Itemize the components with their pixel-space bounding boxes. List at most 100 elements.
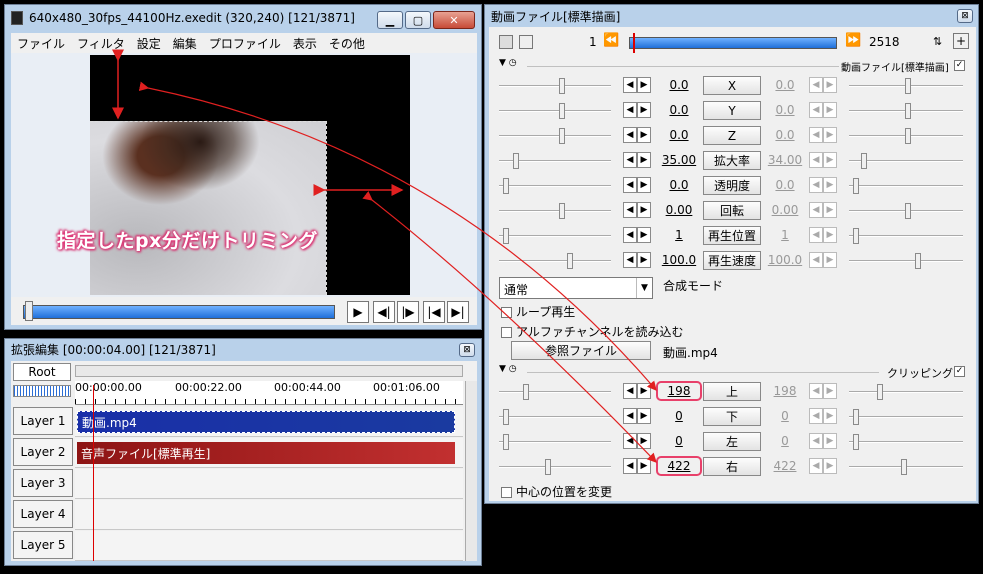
- timeline-vscroll[interactable]: [465, 381, 477, 561]
- end-slider[interactable]: [849, 441, 963, 443]
- right-arrow-icon[interactable]: ▶: [823, 102, 837, 118]
- layer-row[interactable]: [75, 469, 463, 499]
- end-slider[interactable]: [849, 391, 963, 393]
- end-value[interactable]: 0.0: [765, 178, 805, 192]
- start-slider-knob[interactable]: [503, 178, 509, 194]
- start-slider-knob[interactable]: [545, 459, 551, 475]
- end-slider[interactable]: [849, 235, 963, 237]
- end-stepper[interactable]: ◀ ▶: [809, 383, 837, 399]
- param-button[interactable]: Z: [703, 126, 761, 145]
- end-stepper[interactable]: ◀ ▶: [809, 102, 837, 118]
- alpha-checkbox[interactable]: [501, 327, 512, 338]
- playhead[interactable]: [93, 385, 94, 561]
- start-slider[interactable]: [499, 185, 611, 187]
- end-slider-knob[interactable]: [915, 253, 921, 269]
- menu-item-2[interactable]: 設定: [131, 35, 167, 52]
- start-slider-knob[interactable]: [503, 228, 509, 244]
- end-value[interactable]: 100.0: [765, 253, 805, 267]
- param-button[interactable]: 拡大率: [703, 151, 761, 170]
- left-arrow-icon[interactable]: ◀: [623, 77, 637, 93]
- right-arrow-icon[interactable]: ▶: [637, 408, 651, 424]
- camera-icon[interactable]: [499, 35, 513, 49]
- left-arrow-icon[interactable]: ◀: [809, 227, 823, 243]
- seek-thumb[interactable]: [25, 301, 33, 321]
- right-arrow-icon[interactable]: ▶: [637, 127, 651, 143]
- left-arrow-icon[interactable]: ◀: [809, 458, 823, 474]
- param-button[interactable]: 下: [703, 407, 761, 426]
- start-value[interactable]: 0: [659, 434, 699, 448]
- start-stepper[interactable]: ◀ ▶: [623, 408, 651, 424]
- start-slider[interactable]: [499, 235, 611, 237]
- grid-icon[interactable]: [519, 35, 533, 49]
- start-value[interactable]: 0.0: [659, 103, 699, 117]
- start-slider-knob[interactable]: [567, 253, 573, 269]
- collapse-icon[interactable]: ▼ ◷: [499, 364, 517, 374]
- right-arrow-icon[interactable]: ▶: [823, 408, 837, 424]
- right-arrow-icon[interactable]: ▶: [823, 227, 837, 243]
- minimize-button[interactable]: ▁: [377, 11, 403, 29]
- right-arrow-icon[interactable]: ▶: [637, 458, 651, 474]
- param-button[interactable]: 再生位置: [703, 226, 761, 245]
- right-arrow-icon[interactable]: ▶: [823, 177, 837, 193]
- start-stepper[interactable]: ◀ ▶: [623, 433, 651, 449]
- end-value[interactable]: 0.0: [765, 78, 805, 92]
- alpha-row[interactable]: アルファチャンネルを読み込む: [501, 323, 684, 340]
- start-slider-knob[interactable]: [559, 78, 565, 94]
- start-slider[interactable]: [499, 441, 611, 443]
- left-arrow-icon[interactable]: ◀: [809, 77, 823, 93]
- start-slider-knob[interactable]: [523, 384, 529, 400]
- end-slider-knob[interactable]: [901, 459, 907, 475]
- start-stepper[interactable]: ◀ ▶: [623, 127, 651, 143]
- end-stepper[interactable]: ◀ ▶: [809, 152, 837, 168]
- start-slider[interactable]: [499, 466, 611, 468]
- left-arrow-icon[interactable]: ◀: [809, 433, 823, 449]
- left-arrow-icon[interactable]: ◀: [809, 202, 823, 218]
- blend-select[interactable]: 通常 ▼: [499, 277, 653, 299]
- seek-bar[interactable]: [23, 305, 335, 319]
- right-arrow-icon[interactable]: ▶: [637, 177, 651, 193]
- layer-row[interactable]: 動画.mp4: [75, 407, 463, 437]
- end-slider-knob[interactable]: [905, 78, 911, 94]
- end-slider-knob[interactable]: [905, 103, 911, 119]
- loop-checkbox[interactable]: [501, 307, 512, 318]
- end-slider-knob[interactable]: [853, 409, 859, 425]
- start-value[interactable]: 198: [656, 381, 702, 401]
- start-slider-knob[interactable]: [503, 434, 509, 450]
- menu-item-0[interactable]: ファイル: [11, 35, 71, 52]
- end-slider[interactable]: [849, 260, 963, 262]
- props-close-button[interactable]: ⊠: [957, 9, 973, 23]
- end-value[interactable]: 198: [765, 384, 805, 398]
- layer-label-1[interactable]: Layer 1: [13, 407, 73, 435]
- add-icon[interactable]: +: [953, 33, 969, 49]
- param-button[interactable]: Y: [703, 101, 761, 120]
- left-arrow-icon[interactable]: ◀: [809, 408, 823, 424]
- right-arrow-icon[interactable]: ▶: [637, 383, 651, 399]
- start-value[interactable]: 100.0: [659, 253, 699, 267]
- left-arrow-icon[interactable]: ◀: [623, 227, 637, 243]
- layer-label-4[interactable]: Layer 4: [13, 500, 73, 528]
- left-arrow-icon[interactable]: ◀: [623, 458, 637, 474]
- start-slider[interactable]: [499, 210, 611, 212]
- start-slider[interactable]: [499, 391, 611, 393]
- end-stepper[interactable]: ◀ ▶: [809, 458, 837, 474]
- start-value[interactable]: 1: [659, 228, 699, 242]
- frame-range-marker[interactable]: [633, 33, 635, 53]
- end-value[interactable]: 0.0: [765, 128, 805, 142]
- ref-file-button[interactable]: 参照ファイル: [511, 341, 651, 360]
- end-stepper[interactable]: ◀ ▶: [809, 433, 837, 449]
- left-arrow-icon[interactable]: ◀: [809, 177, 823, 193]
- start-value[interactable]: 35.00: [659, 153, 699, 167]
- prev-frame-button[interactable]: ◀|: [373, 301, 395, 323]
- left-arrow-icon[interactable]: ◀: [623, 202, 637, 218]
- layer-row[interactable]: [75, 531, 463, 561]
- start-value[interactable]: 0.0: [659, 128, 699, 142]
- right-arrow-icon[interactable]: ▶: [823, 458, 837, 474]
- jump-start-button[interactable]: |◀: [423, 301, 445, 323]
- end-value[interactable]: 0: [765, 409, 805, 423]
- time-ruler[interactable]: 00:00:00.00 00:00:22.00 00:00:44.00 00:0…: [75, 381, 463, 405]
- menu-item-1[interactable]: フィルタ: [71, 35, 131, 52]
- left-arrow-icon[interactable]: ◀: [809, 252, 823, 268]
- end-slider-knob[interactable]: [877, 384, 883, 400]
- start-stepper[interactable]: ◀ ▶: [623, 227, 651, 243]
- timeline-titlebar[interactable]: 拡張編集 [00:00:04.00] [121/3871]: [5, 339, 481, 359]
